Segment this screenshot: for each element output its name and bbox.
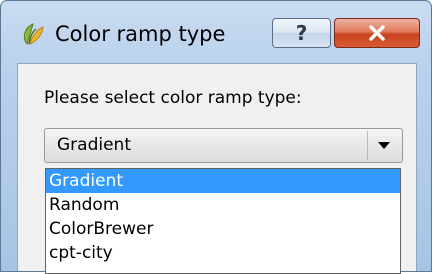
window-title: Color ramp type (55, 22, 226, 46)
dropdown-option-colorbrewer[interactable]: ColorBrewer (46, 217, 400, 241)
combobox-divider (367, 131, 368, 160)
qgis-logo-icon (23, 23, 44, 45)
dropdown-option-cpt-city[interactable]: cpt-city (46, 241, 400, 265)
help-button[interactable]: ? (272, 18, 331, 48)
chevron-down-icon[interactable] (378, 142, 390, 149)
color-ramp-type-combobox[interactable]: Gradient (44, 128, 403, 163)
dropdown-option-random[interactable]: Random (46, 193, 400, 217)
close-x-icon (369, 25, 385, 41)
close-button[interactable] (334, 18, 420, 48)
combobox-dropdown-list[interactable]: Gradient Random ColorBrewer cpt-city (45, 168, 401, 274)
combobox-selected-value: Gradient (57, 135, 131, 155)
dropdown-option-gradient[interactable]: Gradient (46, 169, 400, 193)
title-bar[interactable]: Color ramp type ? (1, 1, 431, 63)
prompt-label: Please select color ramp type: (44, 88, 302, 108)
help-glyph: ? (295, 21, 308, 45)
